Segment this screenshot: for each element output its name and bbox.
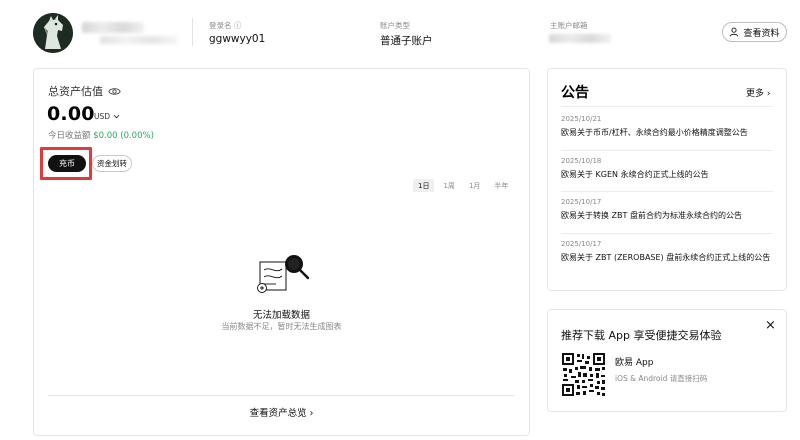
- account-type-value: 普通子账户: [380, 35, 433, 47]
- announcements-divider: [561, 106, 773, 107]
- time-range-tabs: 1日 1周 1月 半年: [413, 179, 513, 192]
- announcement-item[interactable]: 2025/10/18 欧易关于 KGEN 永续合约正式上线的公告: [561, 157, 773, 181]
- empty-state-subtitle: 当前数据不足，暂时无法生成图表: [221, 322, 342, 331]
- deposit-button[interactable]: 充币: [48, 155, 86, 172]
- announcement-item[interactable]: 2025/10/17 欧易关于转换 ZBT 盘前合约为标准永续合约的公告: [561, 198, 773, 222]
- announcement-text: 欧易关于币币/杠杆、永续合约最小价格精度调整公告: [561, 128, 748, 137]
- empty-data-icon: [257, 255, 310, 293]
- range-tab-1d[interactable]: 1日: [413, 179, 435, 192]
- eye-icon[interactable]: [108, 87, 121, 96]
- chevron-down-icon: [113, 114, 120, 119]
- account-uid-redacted: [100, 36, 178, 44]
- avatar[interactable]: [33, 13, 73, 53]
- login-name-value: ggwwyy01: [209, 33, 266, 45]
- total-assets-value: 0.00: [47, 103, 95, 125]
- empty-state-title: 无法加载数据: [252, 310, 310, 321]
- today-pnl: 今日收益额 $0.00 (0.00%): [48, 129, 154, 141]
- main-email-redacted: [549, 34, 611, 43]
- today-pnl-label: 今日收益额: [48, 131, 91, 141]
- currency-unit: USD: [94, 112, 111, 121]
- announcements-title: 公告: [561, 85, 589, 101]
- header-divider: [192, 18, 193, 46]
- announcement-text: 欧易关于 ZBT (ZEROBASE) 盘前永续合约正式上线的公告: [561, 253, 771, 262]
- asset-overview-link[interactable]: 查看资产总览 ›: [0, 405, 563, 419]
- account-name-redacted: [82, 22, 144, 33]
- main-email-label: 主账户邮箱: [550, 21, 588, 30]
- account-type-label: 账户类型: [380, 21, 410, 30]
- announcement-item[interactable]: 2025/10/17 欧易关于 ZBT (ZEROBASE) 盘前永续合约正式上…: [561, 240, 773, 264]
- app-download-title: 推荐下载 App 享受便捷交易体验: [561, 329, 722, 342]
- announcement-divider: [561, 150, 773, 151]
- currency-selector[interactable]: USD: [94, 112, 120, 121]
- app-download-subtitle: iOS & Android 请直接扫码: [615, 374, 708, 383]
- range-tab-1w[interactable]: 1周: [438, 179, 459, 192]
- announcement-date: 2025/10/17: [561, 198, 602, 206]
- announcement-text: 欧易关于转换 ZBT 盘前合约为标准永续合约的公告: [561, 211, 742, 220]
- close-icon[interactable]: ×: [765, 318, 776, 333]
- chevron-right-icon: ›: [309, 408, 314, 419]
- announcement-date: 2025/10/18: [561, 157, 602, 165]
- app-name: 欧易 App: [615, 358, 654, 368]
- announcements-more-link[interactable]: 更多 ›: [746, 86, 771, 99]
- announcement-date: 2025/10/17: [561, 240, 602, 248]
- announcement-date: 2025/10/21: [561, 115, 602, 123]
- announcement-text: 欧易关于 KGEN 永续合约正式上线的公告: [561, 170, 709, 179]
- total-assets-title: 总资产估值: [48, 83, 121, 99]
- asset-card-divider: [48, 395, 514, 396]
- login-name-label: 登录名 ⓘ: [209, 21, 242, 30]
- transfer-button[interactable]: 资金划转: [92, 155, 132, 172]
- announcement-divider: [561, 191, 773, 192]
- range-tab-1m[interactable]: 1月: [464, 179, 485, 192]
- user-icon: [730, 27, 739, 37]
- announcement-divider: [561, 233, 773, 234]
- announcements-more-label: 更多: [746, 89, 765, 99]
- range-tab-6m[interactable]: 半年: [489, 179, 513, 192]
- view-profile-label: 查看资料: [743, 28, 780, 39]
- total-assets-label: 总资产估值: [48, 85, 103, 98]
- asset-overview-label: 查看资产总览: [249, 408, 307, 419]
- chevron-right-icon: ›: [766, 89, 771, 99]
- qr-code: [561, 352, 606, 397]
- horse-avatar-icon: [33, 13, 73, 53]
- announcement-item[interactable]: 2025/10/21 欧易关于币币/杠杆、永续合约最小价格精度调整公告: [561, 115, 773, 139]
- view-profile-button[interactable]: 查看资料: [722, 22, 787, 42]
- today-pnl-value: $0.00 (0.00%): [93, 131, 154, 141]
